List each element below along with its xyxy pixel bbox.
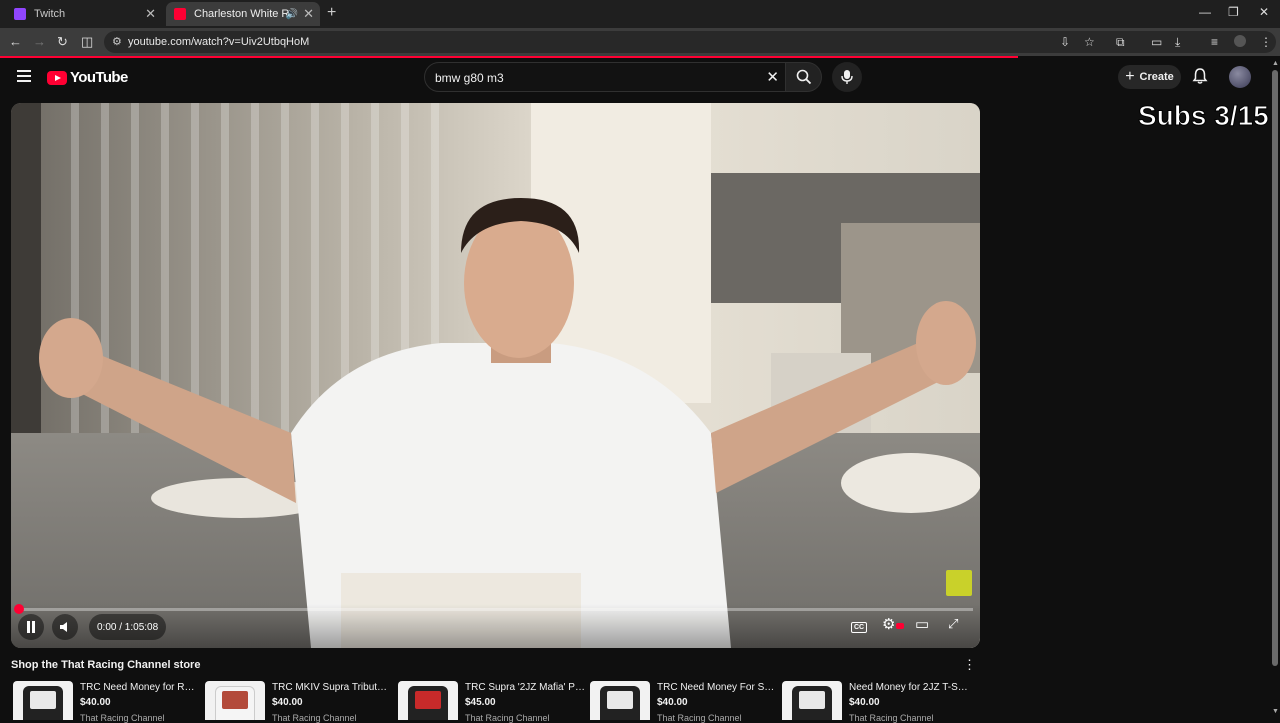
browser-toolbar: ← → ↻ ◫ ⚙ youtube.com/watch?v=Uiv2UtbqHo… bbox=[0, 28, 1280, 56]
merch-store[interactable]: That Racing Channel bbox=[465, 713, 550, 723]
mute-button[interactable] bbox=[52, 614, 78, 640]
close-tab-icon[interactable]: ✕ bbox=[145, 6, 156, 22]
sidebar-icon[interactable]: ▭ bbox=[1151, 35, 1162, 49]
settings-button[interactable]: ⚙ bbox=[882, 615, 895, 633]
video-player[interactable]: 0:00 / 1:05:08 CC ⚙ ▭ ⤢ bbox=[11, 103, 980, 648]
shelf-more-options-icon[interactable]: ⋮ bbox=[963, 657, 976, 673]
merch-name[interactable]: TRC Need Money For Supr... bbox=[657, 682, 777, 693]
minimize-icon[interactable]: — bbox=[1199, 5, 1211, 19]
merch-item[interactable]: TRC MKIV Supra Tribute P... $40.00 That … bbox=[205, 681, 395, 723]
extensions-icon[interactable]: ⧉ bbox=[1116, 35, 1125, 50]
audio-playing-icon[interactable]: 🔊 bbox=[286, 9, 298, 20]
video-frame bbox=[11, 103, 980, 648]
guide-menu-icon[interactable] bbox=[17, 70, 31, 82]
scroll-down-icon[interactable]: ▼ bbox=[1272, 708, 1279, 715]
url-text: youtube.com/watch?v=Uiv2UtbqHoM bbox=[128, 36, 310, 48]
microphone-icon bbox=[841, 70, 853, 84]
merch-store[interactable]: That Racing Channel bbox=[657, 713, 742, 723]
notifications-bell-icon[interactable] bbox=[1192, 67, 1208, 85]
scrubber-handle[interactable] bbox=[14, 604, 24, 614]
media-controls-icon[interactable]: ≡ bbox=[1211, 35, 1218, 49]
time-display: 0:00 / 1:05:08 bbox=[89, 614, 167, 640]
twitch-favicon-icon bbox=[14, 8, 26, 20]
browser-menu-icon[interactable]: ⋮ bbox=[1260, 35, 1272, 49]
captions-icon: CC bbox=[851, 622, 868, 633]
youtube-logo[interactable]: YouTube bbox=[47, 69, 128, 86]
channel-watermark-icon[interactable] bbox=[946, 570, 972, 596]
close-window-icon[interactable]: ✕ bbox=[1259, 5, 1269, 19]
scroll-up-icon[interactable]: ▲ bbox=[1272, 60, 1279, 67]
clear-search-icon[interactable]: ✕ bbox=[766, 68, 779, 86]
youtube-masthead: YouTube bmw g80 m3 ✕ + Create bbox=[0, 58, 1280, 98]
merch-item[interactable]: TRC Supra '2JZ Mafia' Pre... $45.00 That… bbox=[398, 681, 588, 723]
hd-badge-icon bbox=[896, 623, 904, 629]
new-tab-icon[interactable]: + bbox=[327, 4, 336, 22]
logo-wordmark: YouTube bbox=[70, 69, 128, 86]
merch-store[interactable]: That Racing Channel bbox=[849, 713, 934, 723]
split-view-icon[interactable]: ◫ bbox=[81, 34, 93, 50]
reload-icon[interactable]: ↻ bbox=[57, 34, 68, 50]
merch-thumbnail[interactable] bbox=[13, 681, 73, 720]
merch-item[interactable]: TRC Need Money for RAC... $40.00 That Ra… bbox=[13, 681, 203, 723]
merch-item[interactable]: Need Money for 2JZ T-Shi... $40.00 That … bbox=[782, 681, 972, 723]
back-icon[interactable]: ← bbox=[9, 34, 22, 49]
create-button[interactable]: + Create bbox=[1118, 65, 1181, 89]
merch-price: $45.00 bbox=[465, 697, 496, 708]
merch-thumbnail[interactable] bbox=[590, 681, 650, 720]
youtube-play-logo-icon bbox=[47, 70, 67, 85]
time-text: 0:00 / 1:05:08 bbox=[97, 621, 159, 633]
merch-name[interactable]: TRC Supra '2JZ Mafia' Pre... bbox=[465, 682, 585, 693]
tab-youtube-video[interactable]: Charleston White ROASTS C 🔊 ✕ bbox=[166, 2, 320, 26]
install-app-icon[interactable]: ⇩ bbox=[1060, 35, 1070, 49]
merch-name[interactable]: Need Money for 2JZ T-Shi... bbox=[849, 682, 969, 693]
tab-title: Charleston White ROASTS C bbox=[194, 8, 289, 20]
youtube-favicon-icon bbox=[174, 8, 186, 20]
merch-price: $40.00 bbox=[657, 697, 688, 708]
merch-thumbnail[interactable] bbox=[398, 681, 458, 720]
theater-mode-icon[interactable]: ▭ bbox=[915, 615, 929, 633]
merch-price: $40.00 bbox=[272, 697, 303, 708]
search-query: bmw g80 m3 bbox=[435, 71, 504, 85]
merch-name[interactable]: TRC MKIV Supra Tribute P... bbox=[272, 682, 392, 693]
account-avatar[interactable] bbox=[1229, 66, 1251, 88]
browser-tab-bar: Twitch ✕ Charleston White ROASTS C 🔊 ✕ +… bbox=[0, 0, 1280, 28]
merch-name[interactable]: TRC Need Money for RAC... bbox=[80, 682, 200, 693]
search-button[interactable] bbox=[785, 62, 822, 92]
merch-thumbnail[interactable] bbox=[205, 681, 265, 720]
page-scrollbar[interactable]: ▲ ▼ bbox=[1270, 58, 1280, 720]
search-input[interactable]: bmw g80 m3 ✕ bbox=[424, 62, 786, 92]
merch-item[interactable]: TRC Need Money For Supr... $40.00 That R… bbox=[590, 681, 780, 723]
merch-shelf-title: Shop the That Racing Channel store bbox=[11, 659, 201, 671]
fullscreen-icon[interactable]: ⤢ bbox=[948, 616, 958, 632]
site-info-icon[interactable]: ⚙ bbox=[112, 35, 122, 48]
subs-goal-overlay: Subs 3/15 bbox=[1138, 100, 1270, 132]
merch-price: $40.00 bbox=[849, 697, 880, 708]
plus-icon: + bbox=[1125, 68, 1135, 85]
profile-icon[interactable] bbox=[1234, 35, 1246, 47]
bookmark-star-icon[interactable]: ☆ bbox=[1084, 35, 1095, 49]
create-label: Create bbox=[1139, 71, 1174, 83]
progress-bar[interactable] bbox=[14, 604, 973, 614]
downloads-icon[interactable]: ⤓ bbox=[1175, 35, 1180, 50]
merch-store[interactable]: That Racing Channel bbox=[272, 713, 357, 723]
merch-price: $40.00 bbox=[80, 697, 111, 708]
player-controls: 0:00 / 1:05:08 CC ⚙ ▭ ⤢ bbox=[11, 604, 980, 648]
captions-button[interactable]: CC bbox=[851, 618, 868, 633]
forward-icon[interactable]: → bbox=[33, 34, 46, 49]
scrollbar-thumb[interactable] bbox=[1272, 70, 1278, 666]
restore-icon[interactable]: ❐ bbox=[1228, 5, 1239, 19]
pause-icon bbox=[27, 621, 35, 633]
voice-search-button[interactable] bbox=[832, 62, 862, 92]
merch-store[interactable]: That Racing Channel bbox=[80, 713, 165, 723]
address-bar[interactable]: ⚙ youtube.com/watch?v=Uiv2UtbqHoM ⇩ ☆ ⧉ … bbox=[104, 31, 1276, 53]
search-icon bbox=[796, 69, 812, 85]
tab-title: Twitch bbox=[34, 8, 66, 20]
pause-button[interactable] bbox=[18, 614, 44, 640]
merch-thumbnail[interactable] bbox=[782, 681, 842, 720]
volume-icon bbox=[60, 622, 67, 632]
tab-twitch[interactable]: Twitch ✕ bbox=[6, 2, 162, 26]
close-tab-icon[interactable]: ✕ bbox=[303, 6, 314, 22]
